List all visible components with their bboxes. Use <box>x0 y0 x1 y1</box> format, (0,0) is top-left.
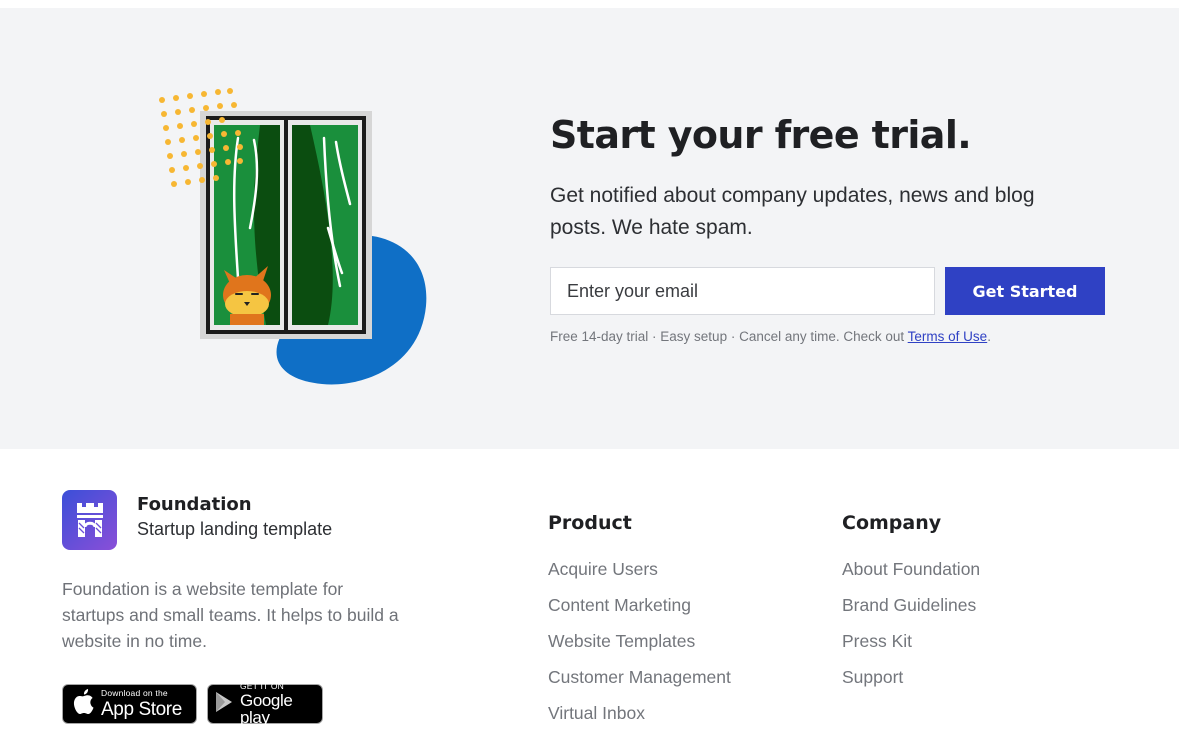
terms-of-use-link[interactable]: Terms of Use <box>908 329 988 344</box>
fine-print-text: Free 14-day trial · Easy setup · Cancel … <box>550 329 908 344</box>
free-trial-section: Start your free trial. Get notified abou… <box>0 8 1179 449</box>
brand-description: Foundation is a website template for sta… <box>62 579 399 651</box>
footer-link-virtual-inbox[interactable]: Virtual Inbox <box>548 700 731 736</box>
footer-link-brand-guidelines[interactable]: Brand Guidelines <box>842 592 980 628</box>
cta-content: Start your free trial. Get notified abou… <box>550 112 1110 344</box>
email-input[interactable] <box>550 267 935 315</box>
company-links-column: Company About Foundation Brand Guideline… <box>842 512 980 700</box>
app-store-small-text: Download on the <box>101 688 168 699</box>
company-heading: Company <box>842 512 942 534</box>
brand: Foundation Startup landing template <box>62 490 332 550</box>
product-links-column: Product Acquire Users Content Marketing … <box>548 512 731 736</box>
google-play-small-text: GET IT ON <box>240 680 284 691</box>
fine-print: Free 14-day trial · Easy setup · Cancel … <box>550 329 991 344</box>
signup-form: Get Started <box>550 267 1105 315</box>
castle-icon[interactable] <box>62 490 117 550</box>
footer-link-press-kit[interactable]: Press Kit <box>842 628 980 664</box>
footer-link-content-marketing[interactable]: Content Marketing <box>548 592 731 628</box>
app-store-large-text: App Store <box>101 698 182 720</box>
cta-title: Start your free trial. <box>550 113 972 157</box>
footer-link-customer-management[interactable]: Customer Management <box>548 664 731 700</box>
play-icon <box>214 691 234 718</box>
app-store-badge[interactable]: Download on the App Store <box>62 684 197 724</box>
product-heading: Product <box>548 512 632 534</box>
footer-link-support[interactable]: Support <box>842 664 980 700</box>
app-store-badge-text: Download on the App Store <box>101 689 182 719</box>
store-badges: Download on the App Store GET IT ON Goog… <box>62 682 323 727</box>
google-play-badge[interactable]: GET IT ON Google play <box>207 682 323 727</box>
get-started-button[interactable]: Get Started <box>945 267 1105 315</box>
footer-link-about-foundation[interactable]: About Foundation <box>842 556 980 592</box>
apple-icon <box>73 688 95 720</box>
brand-name[interactable]: Foundation <box>137 494 332 515</box>
brand-text: Foundation Startup landing template <box>137 494 332 540</box>
footer-link-website-templates[interactable]: Website Templates <box>548 628 731 664</box>
cta-subtitle: Get notified about company updates, news… <box>550 184 1035 239</box>
google-play-badge-text: GET IT ON Google play <box>240 682 316 727</box>
site-footer: Foundation Startup landing template Foun… <box>0 449 1179 744</box>
window-fox-illustration <box>150 78 440 388</box>
brand-tagline: Startup landing template <box>137 519 333 539</box>
product-link-list: Acquire Users Content Marketing Website … <box>548 556 731 736</box>
fine-print-end: . <box>987 329 991 344</box>
google-play-large-text: Google play <box>240 691 293 728</box>
footer-link-acquire-users[interactable]: Acquire Users <box>548 556 731 592</box>
company-link-list: About Foundation Brand Guidelines Press … <box>842 556 980 700</box>
